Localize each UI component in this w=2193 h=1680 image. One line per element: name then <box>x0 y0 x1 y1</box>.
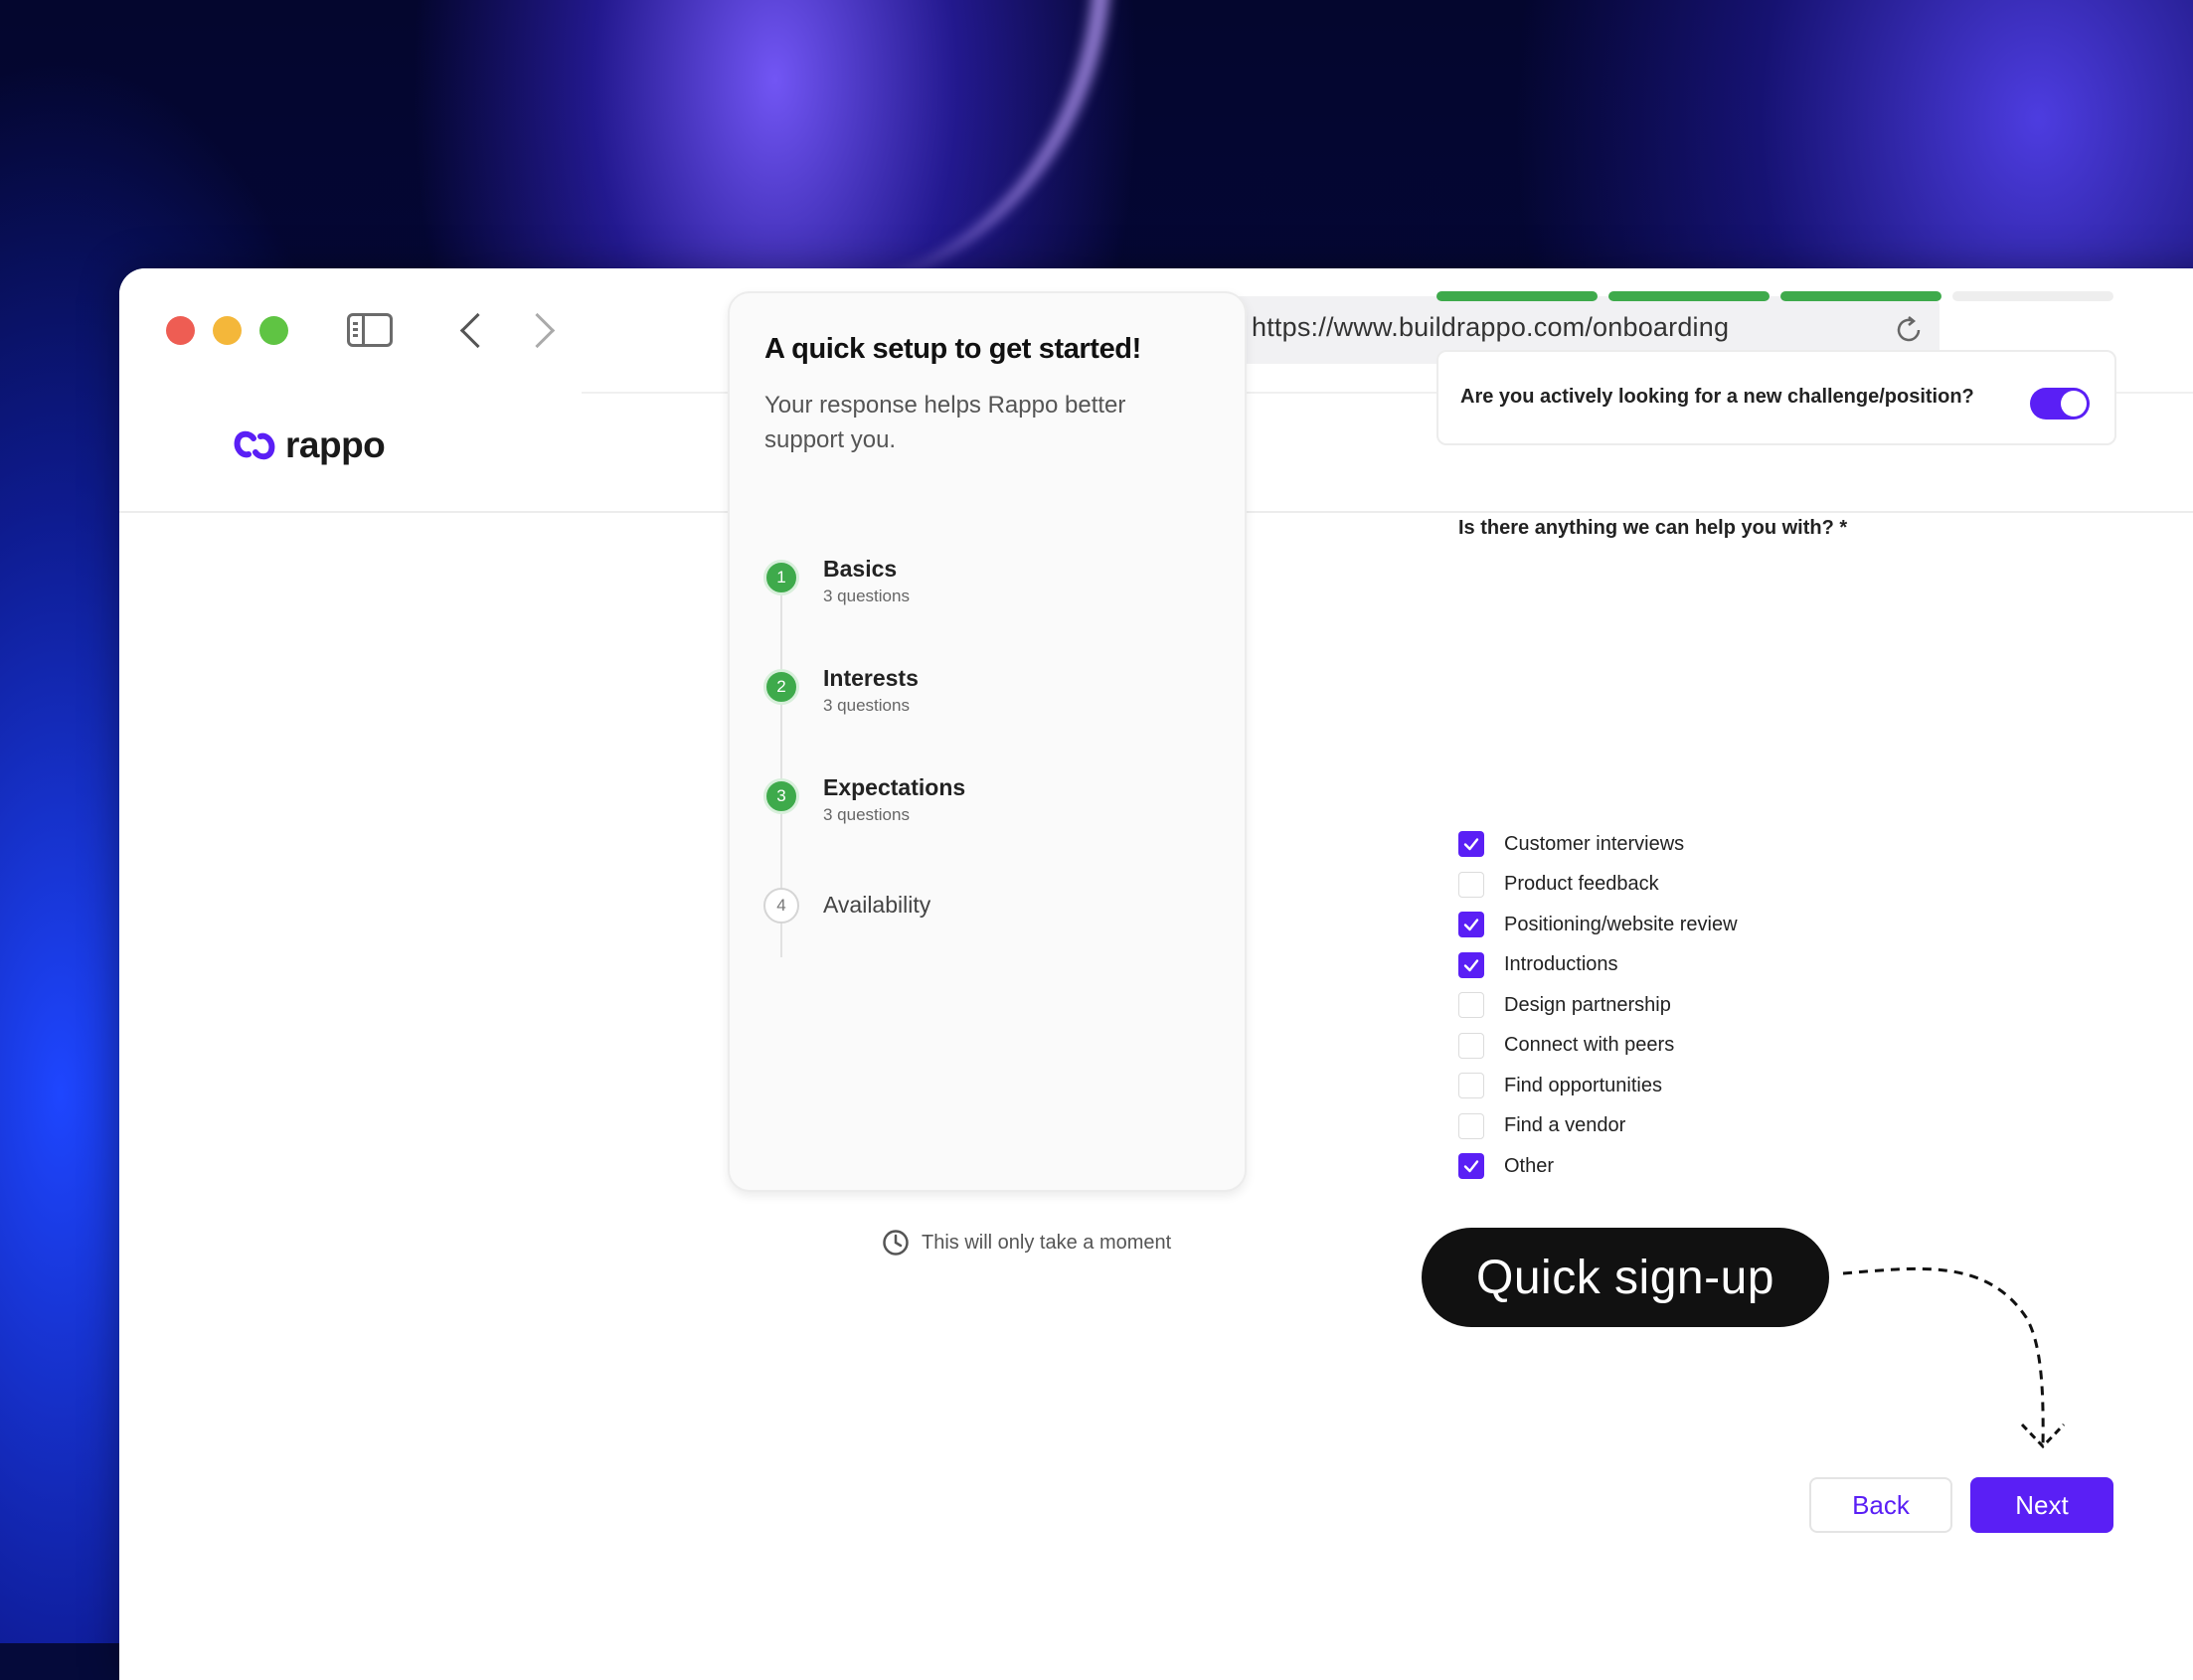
option-label: Positioning/website review <box>1504 913 1738 935</box>
rappo-logo[interactable]: rappo <box>232 416 386 475</box>
checkmark-icon <box>1463 1160 1479 1173</box>
help-option[interactable]: Introductions <box>1458 951 1618 979</box>
reload-icon[interactable] <box>1893 314 1925 346</box>
time-note-text: This will only take a moment <box>922 1231 1172 1254</box>
progress-segment <box>1952 291 2113 301</box>
option-label: Other <box>1504 1154 1555 1177</box>
infinity-logo-icon <box>234 430 275 460</box>
help-option[interactable]: Design partnership <box>1458 991 1671 1019</box>
option-label: Find a vendor <box>1504 1114 1626 1136</box>
back-arrow-icon[interactable] <box>459 312 496 349</box>
checkbox-unchecked[interactable] <box>1458 871 1484 898</box>
help-option[interactable]: Connect with peers <box>1458 1032 1674 1060</box>
option-label: Find opportunities <box>1504 1074 1662 1096</box>
step-label: Interests <box>823 665 919 691</box>
next-button[interactable]: Next <box>1970 1477 2113 1533</box>
setup-subtitle: Your response helps Rappo better support… <box>764 392 1126 453</box>
step-number-badge: 3 <box>763 778 799 814</box>
back-button[interactable]: Back <box>1809 1477 1952 1533</box>
help-option[interactable]: Find a vendor <box>1458 1112 1625 1140</box>
option-label: Product feedback <box>1504 873 1659 895</box>
time-note: This will only take a moment <box>882 1229 1171 1257</box>
sidebar-toggle-icon[interactable] <box>347 313 393 347</box>
step-meta: 3 questions <box>823 805 910 824</box>
job-seeking-question: Are you actively looking for a new chall… <box>1436 350 2116 445</box>
checkmark-icon <box>1463 958 1479 971</box>
checkbox-checked[interactable] <box>1458 1153 1484 1179</box>
setup-title: A quick setup to get started! <box>764 333 1141 365</box>
step-number-badge: 1 <box>763 560 799 595</box>
progress-segment <box>1608 291 1770 301</box>
help-question-title: Is there anything we can help you with? … <box>1458 517 1848 539</box>
step-number-badge: 4 <box>763 888 799 924</box>
logo-text: rappo <box>285 424 386 465</box>
dashed-arrow-icon <box>1842 1266 2066 1449</box>
maximize-window-button[interactable] <box>259 316 288 345</box>
question-text: Are you actively looking for a new chall… <box>1460 386 1974 408</box>
help-option[interactable]: Product feedback <box>1458 871 1659 899</box>
step-meta: 3 questions <box>823 587 910 605</box>
checkbox-unchecked[interactable] <box>1458 1112 1484 1139</box>
url-text[interactable]: https://www.buildrappo.com/onboarding <box>1252 312 1729 343</box>
checkmark-icon <box>1463 838 1479 851</box>
help-option[interactable]: Positioning/website review <box>1458 911 1738 938</box>
clock-icon <box>883 1230 909 1256</box>
checkbox-checked[interactable] <box>1458 951 1484 978</box>
progress-segment <box>1436 291 1598 301</box>
checkbox-checked[interactable] <box>1458 912 1484 937</box>
checkbox-unchecked[interactable] <box>1458 1032 1484 1059</box>
toggle-knob <box>2061 391 2087 417</box>
option-label: Customer interviews <box>1504 832 1685 855</box>
step-label: Basics <box>823 556 898 582</box>
setup-card: A quick setup to get started! Your respo… <box>728 291 1247 1192</box>
forward-arrow-icon[interactable] <box>519 312 556 349</box>
close-window-button[interactable] <box>166 316 195 345</box>
option-label: Connect with peers <box>1504 1034 1675 1056</box>
minimize-window-button[interactable] <box>213 316 242 345</box>
progress-segment <box>1780 291 1941 301</box>
step-number-badge: 2 <box>763 669 799 705</box>
quick-signup-callout: Quick sign-up <box>1422 1228 1829 1327</box>
help-option[interactable]: Other <box>1458 1152 1554 1180</box>
checkbox-unchecked[interactable] <box>1458 1073 1484 1098</box>
step-label: Availability <box>823 892 931 918</box>
checkbox-unchecked[interactable] <box>1458 992 1484 1018</box>
option-label: Introductions <box>1504 953 1618 975</box>
step-label: Expectations <box>823 774 966 800</box>
help-option[interactable]: Customer interviews <box>1458 830 1684 858</box>
job-seeking-toggle[interactable] <box>2030 388 2090 420</box>
option-label: Design partnership <box>1504 993 1671 1016</box>
checkbox-checked[interactable] <box>1458 831 1484 857</box>
step-meta: 3 questions <box>823 696 910 715</box>
checkmark-icon <box>1463 919 1479 931</box>
help-option[interactable]: Find opportunities <box>1458 1072 1662 1099</box>
